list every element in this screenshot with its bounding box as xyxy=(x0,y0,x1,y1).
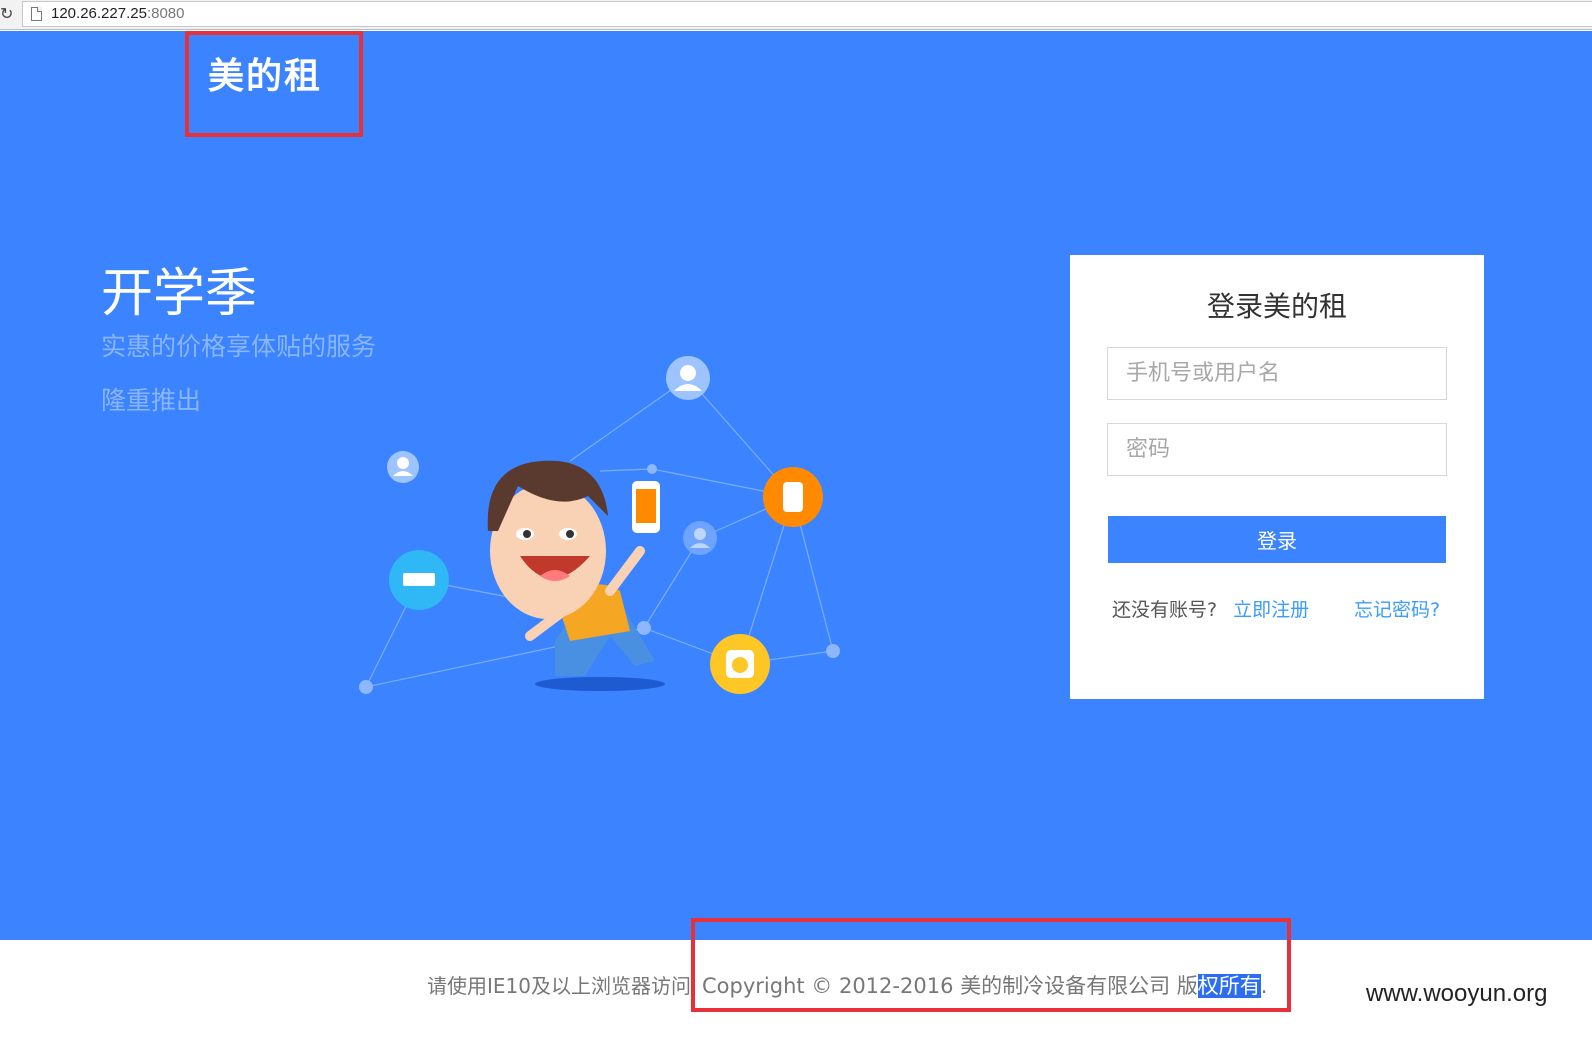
hero-subtitle-2: 隆重推出 xyxy=(101,386,202,415)
login-panel: 登录美的租 登录 还没有账号? 立即注册 忘记密码? xyxy=(1070,255,1484,699)
highlight-box-copyright xyxy=(691,918,1291,1012)
account-links: 还没有账号? 立即注册 xyxy=(1112,595,1309,622)
hero-title: 开学季 xyxy=(101,264,258,324)
forgot-password-link[interactable]: 忘记密码? xyxy=(1354,595,1440,622)
hero-section: 美的租 开学季 实惠的价格享体贴的服务 隆重推出 登录美的租 手机号或用户名 登… xyxy=(0,31,1592,940)
password-input[interactable] xyxy=(1107,423,1447,476)
login-button[interactable]: 登录 xyxy=(1108,516,1446,563)
url-port: :8080 xyxy=(146,5,185,22)
hero-subtitle: 实惠的价格享体贴的服务 xyxy=(101,332,377,361)
url-host: 120.26.227.25 xyxy=(51,5,147,22)
browser-toolbar: ↻ 120.26.227.25:8080 xyxy=(0,0,1592,30)
page-icon xyxy=(31,7,42,21)
login-title: 登录美的租 xyxy=(1206,290,1347,323)
network-illustration xyxy=(359,356,840,694)
watermark: www.wooyun.org xyxy=(1366,980,1548,1007)
register-link[interactable]: 立即注册 xyxy=(1233,599,1309,621)
url-text[interactable]: 120.26.227.25:8080 xyxy=(51,5,184,22)
address-bar[interactable]: 120.26.227.25:8080 xyxy=(22,1,1592,27)
reload-icon[interactable]: ↻ xyxy=(0,4,16,24)
username-input[interactable] xyxy=(1107,347,1447,400)
no-account-text: 还没有账号? xyxy=(1112,599,1218,621)
highlight-box-logo xyxy=(185,31,363,137)
browser-requirement-note: 请使用IE10及以上浏览器访问 xyxy=(427,974,691,998)
footer: 请使用IE10及以上浏览器访问 Copyright © 2012-2016 美的… xyxy=(0,918,1592,1037)
